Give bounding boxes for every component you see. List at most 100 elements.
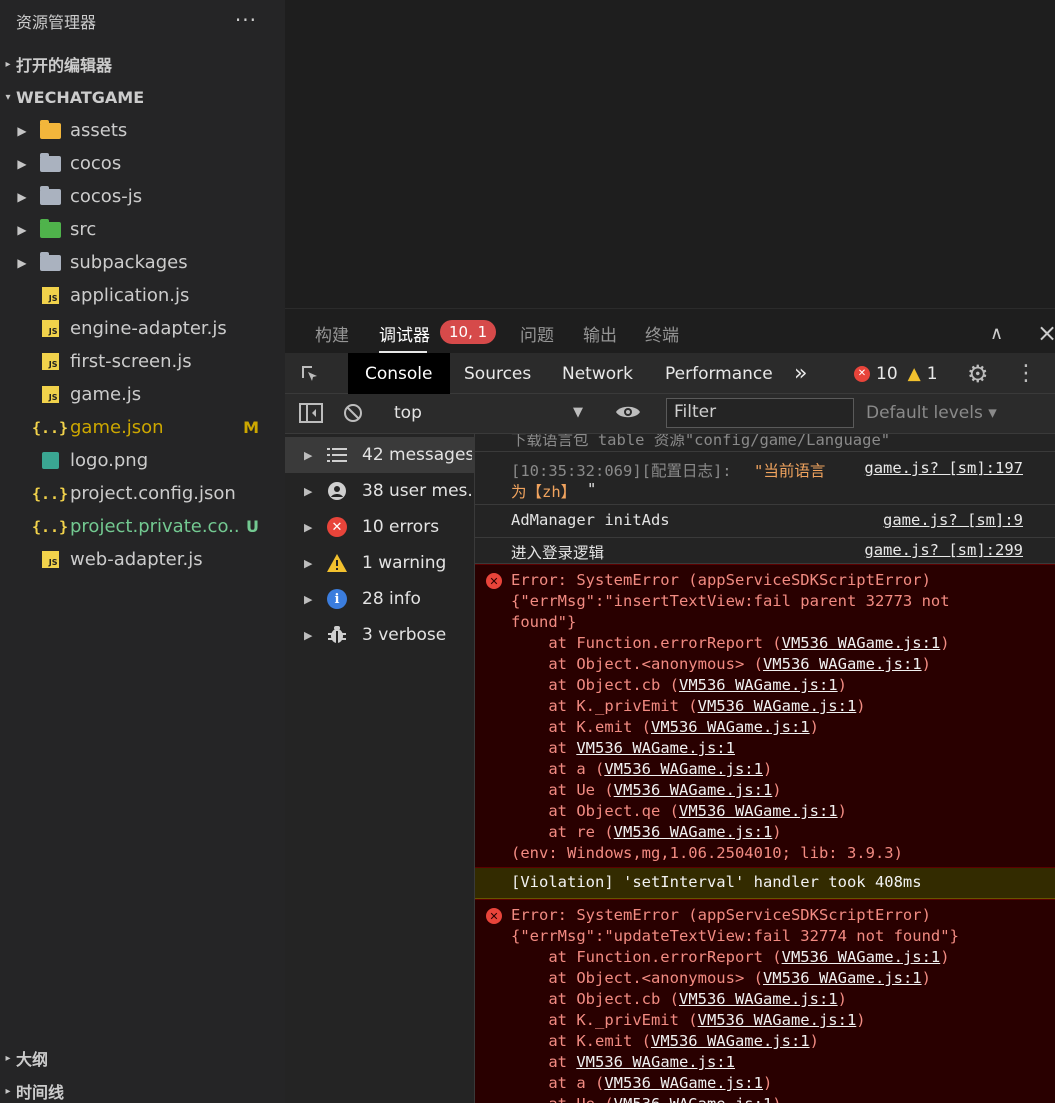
- tab-debugger[interactable]: 调试器: [379, 321, 430, 346]
- stack-frame-link[interactable]: VM536 WAGame.js:1: [763, 969, 922, 987]
- tree-item[interactable]: ▶ src: [0, 213, 285, 246]
- sidebar-toggle-icon[interactable]: [299, 402, 323, 429]
- stack-frame: at Object.<anonymous> (VM536 WAGame.js:1…: [511, 969, 931, 987]
- source-link[interactable]: game.js? [sm]:9: [883, 511, 1023, 529]
- expand-triangle-icon: ▶: [304, 448, 313, 462]
- error-icon: ✕: [486, 908, 502, 924]
- stack-frame-text: ): [921, 655, 931, 673]
- panel-tab-bar: 构建 调试器 10, 1 问题 输出 终端 ∧ ×: [285, 308, 1055, 353]
- dropdown-arrow-icon[interactable]: ▼: [573, 405, 583, 420]
- stack-frame-link[interactable]: VM536 WAGame.js:1: [782, 948, 941, 966]
- inspect-element-icon[interactable]: [299, 353, 321, 394]
- group-errors[interactable]: ▶ ✕ 10 errors: [285, 509, 475, 545]
- js-file-icon: JS: [38, 385, 62, 405]
- log-string: ": [587, 480, 597, 498]
- outline-label: 大纲: [16, 1050, 49, 1069]
- error-entry: ✕ Error: SystemError (appServiceSDKScrip…: [475, 899, 1055, 1103]
- folder-src-icon: [38, 218, 62, 240]
- stack-frame-text: ): [762, 1074, 773, 1092]
- tree-item[interactable]: JS engine-adapter.js: [0, 312, 285, 345]
- tree-item[interactable]: {..} game.json M: [0, 411, 285, 444]
- chevron-up-icon[interactable]: ∧: [990, 323, 1003, 344]
- tree-item[interactable]: JS game.js: [0, 378, 285, 411]
- more-actions-icon[interactable]: ···: [235, 8, 257, 32]
- source-link[interactable]: game.js? [sm]:299: [864, 541, 1023, 559]
- tab-network[interactable]: Network: [562, 353, 633, 394]
- outline-section[interactable]: ▸ 大纲: [0, 1042, 285, 1074]
- tree-item[interactable]: {..} project.config.json: [0, 477, 285, 510]
- tree-item[interactable]: {..} project.private.co... U: [0, 510, 285, 543]
- folder-assets-icon: [38, 119, 62, 141]
- tab-problems[interactable]: 问题: [520, 321, 554, 346]
- context-select[interactable]: top: [394, 403, 422, 423]
- tree-item[interactable]: ▶ subpackages: [0, 246, 285, 279]
- close-icon[interactable]: ×: [1037, 319, 1055, 347]
- stack-frame-link[interactable]: VM536 WAGame.js:1: [698, 697, 857, 715]
- group-warnings[interactable]: ▶ 1 warning: [285, 545, 475, 581]
- stack-frame-link[interactable]: VM536 WAGame.js:1: [651, 1032, 810, 1050]
- tree-item[interactable]: JS web-adapter.js: [0, 543, 285, 576]
- stack-frame-text: at a (: [511, 1074, 605, 1092]
- tree-item[interactable]: ▶ assets: [0, 114, 285, 147]
- log-levels-select[interactable]: Default levels ▾: [866, 403, 997, 423]
- stack-frame-text: at a (: [511, 760, 605, 778]
- stack-frame-text: ): [772, 823, 782, 841]
- stack-frame-text: at Object.<anonymous> (: [511, 969, 763, 987]
- stack-frame-link[interactable]: VM536 WAGame.js:1: [679, 990, 838, 1008]
- tree-item[interactable]: JS application.js: [0, 279, 285, 312]
- stack-frame-link[interactable]: VM536 WAGame.js:1: [614, 781, 773, 799]
- tree-item[interactable]: ▶ cocos-js: [0, 180, 285, 213]
- settings-gear-icon[interactable]: ⚙: [967, 353, 989, 394]
- stack-frame-link[interactable]: VM536 WAGame.js:1: [782, 634, 941, 652]
- stack-frame-link[interactable]: VM536 WAGame.js:1: [698, 1011, 857, 1029]
- stack-frame-link[interactable]: VM536 WAGame.js:1: [614, 823, 773, 841]
- stack-frame-link[interactable]: VM536 WAGame.js:1: [604, 760, 763, 778]
- tab-terminal[interactable]: 终端: [645, 321, 679, 346]
- tab-output[interactable]: 输出: [583, 321, 617, 346]
- clear-console-icon[interactable]: [342, 402, 364, 429]
- stack-frame: at Ue (VM536 WAGame.js:1): [511, 781, 781, 799]
- source-link[interactable]: game.js? [sm]:197: [864, 459, 1023, 477]
- stack-frame-text: ): [837, 802, 847, 820]
- tab-build[interactable]: 构建: [315, 321, 349, 346]
- chevron-right-icon: ▶: [17, 222, 27, 237]
- stack-frame: at Object.<anonymous> (VM536 WAGame.js:1…: [511, 655, 931, 673]
- stack-frame-link[interactable]: VM536 WAGame.js:1: [679, 802, 838, 820]
- log-text: 下载语言包 table 资源"config/game/Language": [511, 434, 891, 449]
- tab-console[interactable]: Console: [348, 353, 450, 394]
- error-message: found"}: [511, 613, 577, 631]
- tree-item-label: cocos: [70, 153, 122, 174]
- stack-frame-link[interactable]: VM536 WAGame.js:1: [651, 718, 810, 736]
- group-label: 1 warning: [362, 553, 447, 573]
- tab-sources[interactable]: Sources: [464, 353, 531, 394]
- error-env: (env: Windows,mg,1.06.2504010; lib: 3.9.…: [511, 844, 903, 862]
- stack-frame-link[interactable]: VM536 WAGame.js:1: [576, 1053, 735, 1071]
- log-entry: 下载语言包 table 资源"config/game/Language": [475, 434, 1055, 452]
- group-messages[interactable]: ▶ 42 messages: [285, 437, 475, 473]
- live-expression-eye-icon[interactable]: [615, 401, 641, 428]
- group-verbose[interactable]: ▶ 3 verbose: [285, 617, 475, 653]
- tree-item[interactable]: logo.png: [0, 444, 285, 477]
- filter-input[interactable]: Filter: [666, 398, 854, 428]
- tree-item[interactable]: ▶ cocos: [0, 147, 285, 180]
- group-user-messages[interactable]: ▶ 38 user mes...: [285, 473, 475, 509]
- chevron-right-icon: ▶: [17, 123, 27, 138]
- bug-icon: [326, 624, 348, 646]
- stack-frame-link[interactable]: VM536 WAGame.js:1: [576, 739, 735, 757]
- stack-frame-text: at Object.<anonymous> (: [511, 655, 763, 673]
- kebab-menu-icon[interactable]: ⋮: [1015, 353, 1037, 394]
- workspace-section[interactable]: ▾ WECHATGAME: [0, 81, 285, 113]
- error-counter[interactable]: ✕ 10 ▲ 1: [854, 353, 938, 394]
- stack-frame-text: ): [940, 948, 950, 966]
- tree-item[interactable]: JS first-screen.js: [0, 345, 285, 378]
- log-prefix: [10:35:32:069][配置日志]:: [511, 462, 732, 480]
- stack-frame-link[interactable]: VM536 WAGame.js:1: [679, 676, 838, 694]
- stack-frame-link[interactable]: VM536 WAGame.js:1: [614, 1095, 773, 1103]
- stack-frame-link[interactable]: VM536 WAGame.js:1: [604, 1074, 763, 1092]
- timeline-section[interactable]: ▸ 时间线: [0, 1075, 285, 1103]
- group-info[interactable]: ▶ i 28 info: [285, 581, 475, 617]
- stack-frame-link[interactable]: VM536 WAGame.js:1: [763, 655, 922, 673]
- more-tabs-icon[interactable]: »: [794, 353, 807, 394]
- open-editors-section[interactable]: ▸ 打开的编辑器: [0, 48, 285, 80]
- tab-performance[interactable]: Performance: [665, 353, 773, 394]
